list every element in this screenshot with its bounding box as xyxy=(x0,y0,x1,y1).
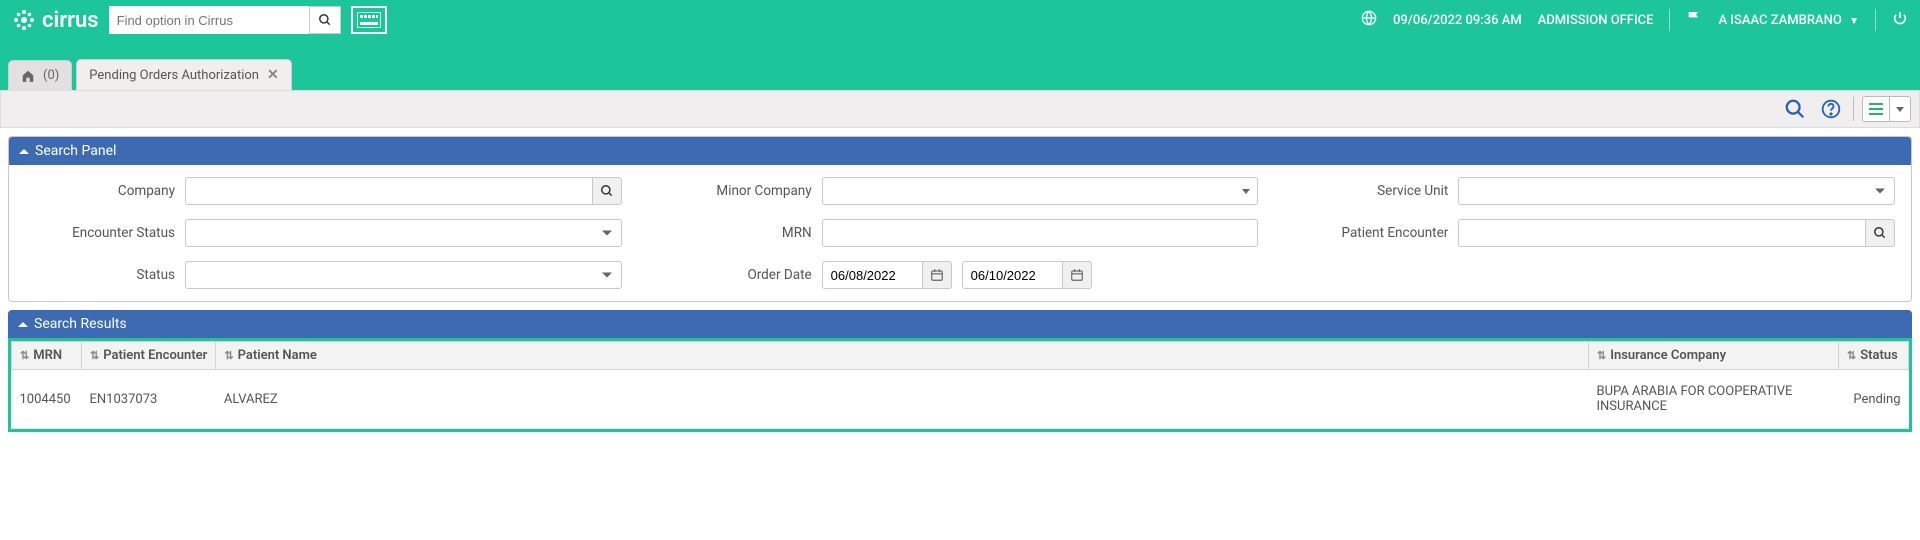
order-date-to-input[interactable] xyxy=(962,261,1062,289)
sort-icon: ⇅ xyxy=(224,349,233,362)
list-icon xyxy=(1869,102,1883,116)
caret-down-icon: ▼ xyxy=(1849,16,1859,27)
table-row[interactable]: 1004450 EN1037073 ALVAREZ BUPA ARABIA FO… xyxy=(12,370,1909,429)
order-date-to-calendar-button[interactable] xyxy=(1062,261,1092,289)
company-input[interactable] xyxy=(185,177,592,205)
service-unit-label: Service Unit xyxy=(1298,183,1458,199)
tab-close-button[interactable]: ✕ xyxy=(267,67,279,83)
global-search xyxy=(109,6,341,34)
calendar-icon xyxy=(930,268,944,282)
tab-home[interactable]: (0) xyxy=(8,60,72,90)
sort-icon: ⇅ xyxy=(90,349,99,362)
toolbar-divider xyxy=(1853,97,1854,121)
results-table: ⇅MRN ⇅Patient Encounter ⇅Patient Name ⇅I… xyxy=(11,341,1909,429)
power-icon[interactable] xyxy=(1892,10,1908,30)
order-date-from-input[interactable] xyxy=(822,261,922,289)
home-icon xyxy=(21,69,35,83)
company-lookup-button[interactable] xyxy=(592,177,622,205)
brand-icon xyxy=(12,8,36,32)
brand-name: cirrus xyxy=(42,8,99,33)
top-user: A ISAAC ZAMBRANO xyxy=(1718,13,1841,28)
col-insurance-company-header[interactable]: ⇅Insurance Company xyxy=(1589,342,1839,370)
toolbar-search-button[interactable] xyxy=(1781,95,1809,123)
mrn-input[interactable] xyxy=(822,219,1259,247)
keyboard-icon xyxy=(357,12,381,28)
patient-encounter-input[interactable] xyxy=(1458,219,1865,247)
sort-icon: ⇅ xyxy=(1597,349,1606,362)
search-panel-title: Search Panel xyxy=(35,143,116,159)
globe-icon[interactable] xyxy=(1361,10,1377,30)
search-icon xyxy=(318,13,332,27)
col-patient-name-header[interactable]: ⇅Patient Name xyxy=(216,342,1589,370)
cell-mrn: 1004450 xyxy=(12,370,82,429)
order-date-from-calendar-button[interactable] xyxy=(922,261,952,289)
search-icon xyxy=(1873,226,1887,240)
cell-status: Pending xyxy=(1839,370,1909,429)
calendar-icon xyxy=(1070,268,1084,282)
encounter-status-select[interactable] xyxy=(185,219,622,247)
col-mrn-header[interactable]: ⇅MRN xyxy=(12,342,82,370)
help-icon xyxy=(1821,99,1841,119)
flag-icon[interactable] xyxy=(1686,10,1702,30)
col-patient-encounter-header[interactable]: ⇅Patient Encounter xyxy=(82,342,216,370)
sort-icon: ⇅ xyxy=(1847,349,1856,362)
minor-company-input[interactable] xyxy=(822,177,1235,205)
tab-bar: (0) Pending Orders Authorization ✕ xyxy=(0,40,1920,90)
col-status-header[interactable]: ⇅Status xyxy=(1839,342,1909,370)
toolbar-help-button[interactable] xyxy=(1817,95,1845,123)
mrn-label: MRN xyxy=(662,225,822,241)
minor-company-label: Minor Company xyxy=(662,183,822,199)
tab-home-count: (0) xyxy=(43,68,59,83)
cell-insurance-company: BUPA ARABIA FOR COOPERATIVE INSURANCE xyxy=(1589,370,1839,429)
top-bar: cirrus 09/06/2022 09:36 AM ADMISSION OFF… xyxy=(0,0,1920,40)
toolbar-list-button xyxy=(1862,96,1911,122)
list-view-dropdown[interactable] xyxy=(1889,97,1910,121)
keyboard-button[interactable] xyxy=(351,6,387,34)
results-panel-header[interactable]: Search Results xyxy=(8,310,1912,338)
company-label: Company xyxy=(25,183,185,199)
separator xyxy=(1669,9,1670,31)
search-icon xyxy=(600,184,614,198)
patient-encounter-lookup-button[interactable] xyxy=(1865,219,1895,247)
brand-logo: cirrus xyxy=(12,8,99,33)
encounter-status-label: Encounter Status xyxy=(25,225,185,241)
collapse-icon xyxy=(19,149,29,154)
tab-label: Pending Orders Authorization xyxy=(89,68,259,83)
minor-company-dropdown[interactable] xyxy=(1234,177,1258,205)
collapse-icon xyxy=(18,322,28,327)
top-right: 09/06/2022 09:36 AM ADMISSION OFFICE A I… xyxy=(1361,9,1908,31)
order-date-label: Order Date xyxy=(662,267,822,283)
results-panel: Search Results ⇅MRN ⇅Patient Encounter ⇅… xyxy=(8,310,1912,432)
search-panel-header[interactable]: Search Panel xyxy=(9,137,1911,165)
results-highlight: ⇅MRN ⇅Patient Encounter ⇅Patient Name ⇅I… xyxy=(8,338,1912,432)
global-search-input[interactable] xyxy=(109,6,309,34)
page-toolbar xyxy=(0,90,1920,128)
top-location: ADMISSION OFFICE xyxy=(1538,13,1654,28)
caret-down-icon xyxy=(1896,107,1904,112)
search-icon xyxy=(1784,98,1806,120)
patient-encounter-label: Patient Encounter xyxy=(1298,225,1458,241)
results-panel-title: Search Results xyxy=(34,316,127,332)
global-search-button[interactable] xyxy=(309,6,341,34)
top-datetime: 09/06/2022 09:36 AM xyxy=(1393,13,1522,28)
tab-pending-orders[interactable]: Pending Orders Authorization ✕ xyxy=(76,59,291,90)
service-unit-select[interactable] xyxy=(1458,177,1895,205)
cell-patient-encounter: EN1037073 xyxy=(82,370,216,429)
status-label: Status xyxy=(25,267,185,283)
separator xyxy=(1875,9,1876,31)
user-menu[interactable]: A ISAAC ZAMBRANO ▼ xyxy=(1718,13,1859,28)
sort-icon: ⇅ xyxy=(20,349,29,362)
search-panel-body: Company Minor Company Servic xyxy=(9,165,1911,301)
caret-down-icon xyxy=(1242,189,1250,194)
search-panel: Search Panel Company Minor Company xyxy=(8,136,1912,302)
status-select[interactable] xyxy=(185,261,622,289)
list-view-button[interactable] xyxy=(1863,97,1889,121)
cell-patient-name: ALVAREZ xyxy=(216,370,1589,429)
